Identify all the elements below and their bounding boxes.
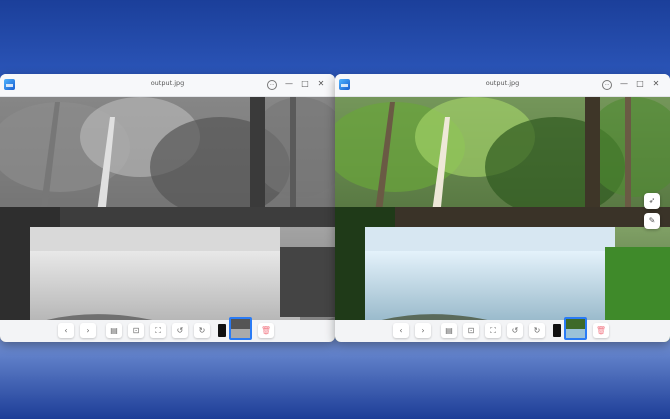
previous-button[interactable]: ‹ bbox=[58, 323, 74, 338]
rotate-left-button[interactable]: ↺ bbox=[172, 323, 188, 338]
image-viewer-window-left: output.jpg ··· — □ ✕ ‹ › ▤ ⊡ ⛶ ↺ ↻ 🗑 bbox=[0, 74, 335, 342]
maximize-button[interactable]: □ bbox=[299, 78, 311, 90]
thumbnail-current[interactable] bbox=[564, 317, 587, 340]
waterfall-image bbox=[0, 97, 335, 342]
maximize-button[interactable]: □ bbox=[634, 78, 646, 90]
minimize-button[interactable]: — bbox=[618, 78, 630, 90]
next-button[interactable]: › bbox=[80, 323, 96, 338]
rotate-right-button[interactable]: ↻ bbox=[529, 323, 545, 338]
edit-button[interactable]: ✎ bbox=[644, 213, 660, 229]
rotate-right-button[interactable]: ↻ bbox=[194, 323, 210, 338]
photo-grayscale[interactable] bbox=[0, 97, 335, 342]
bottom-toolbar: ‹ › ▤ ⊡ ⛶ ↺ ↻ 🗑 bbox=[0, 317, 335, 342]
fit-image-button[interactable]: ⊡ bbox=[463, 323, 479, 338]
bottom-toolbar: ‹ › ▤ ⊡ ⛶ ↺ ↻ 🗑 bbox=[335, 317, 670, 342]
more-options-button[interactable]: ··· bbox=[602, 80, 612, 90]
previous-button[interactable]: ‹ bbox=[393, 323, 409, 338]
title-bar: output.jpg ··· — □ ✕ bbox=[335, 74, 670, 97]
close-button[interactable]: ✕ bbox=[650, 78, 662, 90]
more-options-button[interactable]: ··· bbox=[267, 80, 277, 90]
thumbnail-image bbox=[231, 319, 250, 338]
thumbnail-previous[interactable] bbox=[218, 324, 226, 337]
fit-window-button[interactable]: ▤ bbox=[441, 323, 457, 338]
share-button[interactable]: ➶ bbox=[644, 193, 660, 209]
waterfall-image bbox=[335, 97, 670, 342]
delete-button[interactable]: 🗑 bbox=[258, 323, 274, 338]
fit-window-button[interactable]: ▤ bbox=[106, 323, 122, 338]
photo-color[interactable] bbox=[335, 97, 670, 342]
fit-image-button[interactable]: ⊡ bbox=[128, 323, 144, 338]
title-bar: output.jpg ··· — □ ✕ bbox=[0, 74, 335, 97]
fullscreen-button[interactable]: ⛶ bbox=[485, 323, 501, 338]
fullscreen-button[interactable]: ⛶ bbox=[150, 323, 166, 338]
thumbnail-current[interactable] bbox=[229, 317, 252, 340]
delete-button[interactable]: 🗑 bbox=[593, 323, 609, 338]
thumbnail-image bbox=[566, 319, 585, 338]
thumbnail-previous[interactable] bbox=[553, 324, 561, 337]
minimize-button[interactable]: — bbox=[283, 78, 295, 90]
image-viewer-window-right: output.jpg ··· — □ ✕ ➶ ✎ ‹ › ▤ ⊡ ⛶ ↺ ↻ 🗑 bbox=[335, 74, 670, 342]
next-button[interactable]: › bbox=[415, 323, 431, 338]
rotate-left-button[interactable]: ↺ bbox=[507, 323, 523, 338]
close-button[interactable]: ✕ bbox=[315, 78, 327, 90]
